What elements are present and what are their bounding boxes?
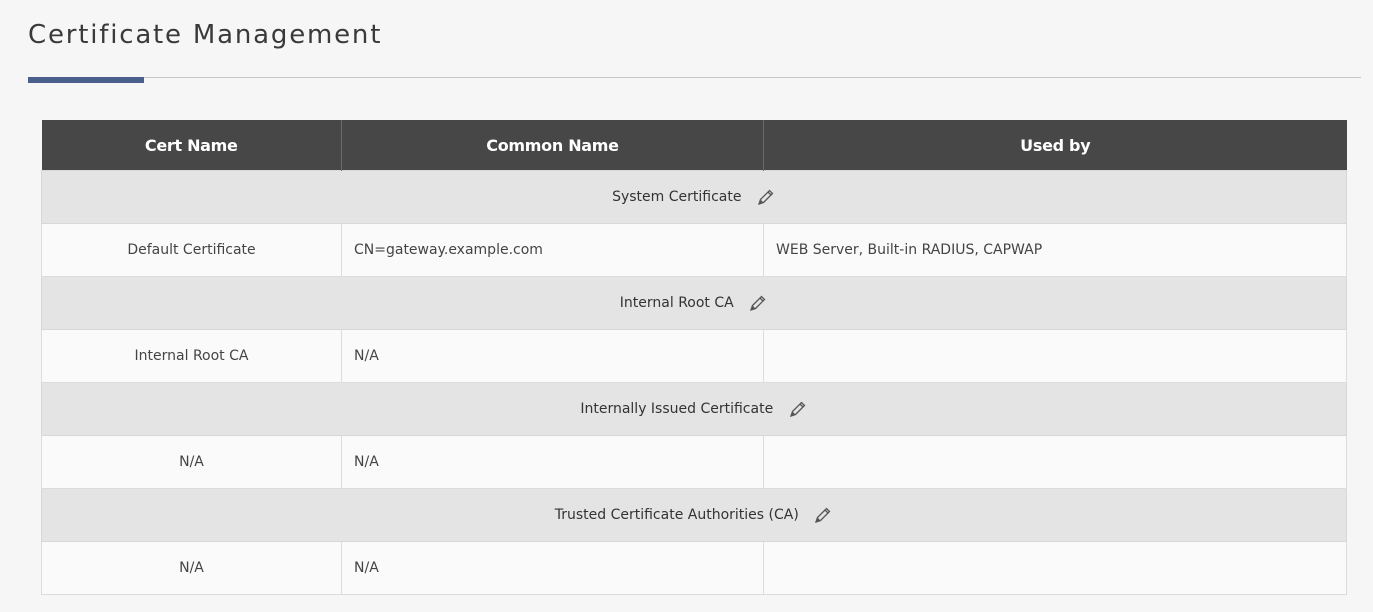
table-row: Default Certificate CN=gateway.example.c… xyxy=(41,223,1347,277)
section-title: Internally Issued Certificate xyxy=(580,401,774,417)
title-divider xyxy=(28,77,1361,78)
certificate-table: Cert Name Common Name Used by System Cer… xyxy=(41,120,1347,595)
section-row-internally-issued-certificate: Internally Issued Certificate xyxy=(41,382,1347,436)
section-title: Trusted Certificate Authorities (CA) xyxy=(554,507,799,523)
pencil-icon[interactable] xyxy=(813,505,833,525)
table-header-row: Cert Name Common Name Used by xyxy=(41,120,1347,171)
used-by-cell: WEB Server, Built-in RADIUS, CAPWAP xyxy=(763,223,1347,277)
section-row-system-certificate: System Certificate xyxy=(41,170,1347,224)
cert-name-cell: N/A xyxy=(41,541,342,595)
common-name-cell: CN=gateway.example.com xyxy=(341,223,764,277)
section-title: Internal Root CA xyxy=(619,295,734,311)
page-title: Certificate Management xyxy=(28,20,383,50)
column-header-cert-name: Cert Name xyxy=(41,120,342,171)
cert-name-cell: Default Certificate xyxy=(41,223,342,277)
table-row: N/A N/A xyxy=(41,541,1347,595)
common-name-cell: N/A xyxy=(341,435,764,489)
title-accent-bar xyxy=(28,77,144,83)
pencil-icon[interactable] xyxy=(748,293,768,313)
table-row: N/A N/A xyxy=(41,435,1347,489)
cert-name-cell: N/A xyxy=(41,435,342,489)
pencil-icon[interactable] xyxy=(788,399,808,419)
common-name-cell: N/A xyxy=(341,541,764,595)
cert-name-cell: Internal Root CA xyxy=(41,329,342,383)
table-row: Internal Root CA N/A xyxy=(41,329,1347,383)
pencil-icon[interactable] xyxy=(756,187,776,207)
common-name-cell: N/A xyxy=(341,329,764,383)
column-header-common-name: Common Name xyxy=(341,120,764,171)
used-by-cell xyxy=(763,541,1347,595)
used-by-cell xyxy=(763,435,1347,489)
section-row-internal-root-ca: Internal Root CA xyxy=(41,276,1347,330)
used-by-cell xyxy=(763,329,1347,383)
column-header-used-by: Used by xyxy=(763,120,1347,171)
section-row-trusted-ca: Trusted Certificate Authorities (CA) xyxy=(41,488,1347,542)
section-title: System Certificate xyxy=(612,189,742,205)
